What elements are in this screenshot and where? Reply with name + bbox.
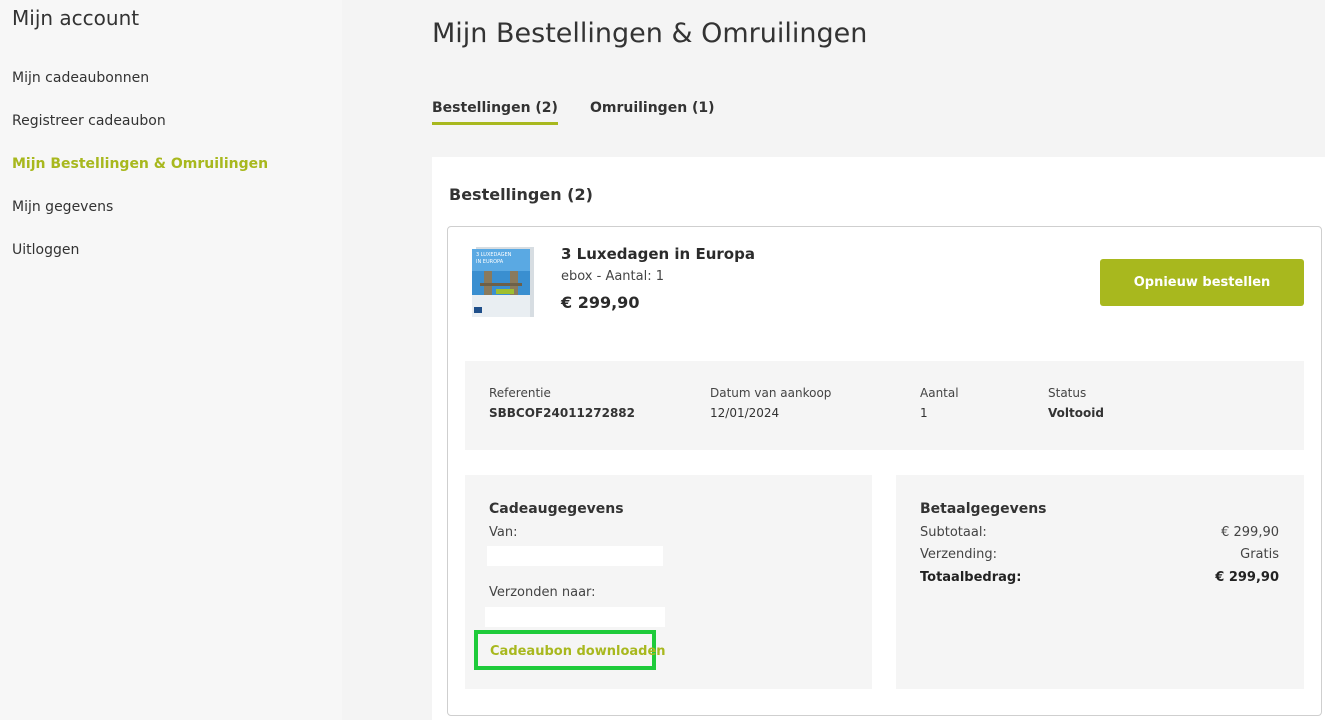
product-meta: ebox - Aantal: 1	[561, 269, 665, 284]
reorder-button[interactable]: Opnieuw bestellen	[1100, 259, 1304, 306]
total-label: Totaalbedrag:	[920, 570, 1022, 585]
sidebar-item-uitloggen[interactable]: Uitloggen	[12, 240, 268, 283]
sent-to-value	[485, 607, 665, 627]
date-label: Datum van aankoop	[710, 386, 832, 400]
subtotal-value: € 299,90	[1221, 525, 1279, 540]
sidebar-item-registreer[interactable]: Registreer cadeaubon	[12, 111, 268, 154]
quantity-column: Aantal 1	[920, 386, 959, 420]
sidebar-item-cadeaubonnen[interactable]: Mijn cadeaubonnen	[12, 68, 268, 111]
date-column: Datum van aankoop 12/01/2024	[710, 386, 831, 420]
reference-value: SBBCOF24011272882	[489, 406, 635, 420]
from-value	[487, 546, 663, 566]
tab-bestellingen[interactable]: Bestellingen (2)	[432, 100, 558, 125]
quantity-value: 1	[920, 406, 928, 420]
shipping-label: Verzending:	[920, 547, 998, 562]
total-value: € 299,90	[1215, 570, 1279, 585]
orders-card: Bestellingen (2) 3 LUXEDAGEN IN EUROPA 3…	[432, 157, 1325, 720]
subtotal-row: Subtotaal: € 299,90	[920, 525, 1279, 540]
product-image: 3 LUXEDAGEN IN EUROPA	[472, 247, 534, 317]
product-image-line1: 3 LUXEDAGEN	[476, 252, 512, 258]
page-title: Mijn Bestellingen & Omruilingen	[432, 18, 868, 49]
product-price: € 299,90	[561, 293, 640, 312]
sent-to-label: Verzonden naar:	[489, 585, 596, 600]
status-column: Status Voltooid	[1048, 386, 1104, 420]
section-title: Bestellingen (2)	[449, 185, 593, 204]
total-row: Totaalbedrag: € 299,90	[920, 570, 1279, 585]
gift-details: Cadeaugegevens Van: Verzonden naar: Cade…	[465, 475, 872, 689]
main-content: Mijn Bestellingen & Omruilingen Bestelli…	[342, 0, 1325, 720]
status-value: Voltooid	[1048, 406, 1104, 420]
tab-bar: Bestellingen (2) Omruilingen (1)	[432, 100, 715, 125]
reference-column: Referentie SBBCOF24011272882	[489, 386, 635, 420]
download-voucher-link[interactable]: Cadeaubon downloaden	[490, 644, 666, 659]
quantity-label: Aantal	[920, 386, 959, 400]
sidebar: Mijn account Mijn cadeaubonnen Registree…	[0, 0, 342, 720]
shipping-row: Verzending: Gratis	[920, 547, 1279, 562]
date-value: 12/01/2024	[710, 406, 780, 420]
sidebar-item-bestellingen[interactable]: Mijn Bestellingen & Omruilingen	[12, 154, 268, 197]
sidebar-title: Mijn account	[12, 6, 140, 30]
payment-title: Betaalgegevens	[920, 501, 1047, 517]
download-highlight: Cadeaubon downloaden	[474, 630, 666, 670]
subtotal-label: Subtotaal:	[920, 525, 987, 540]
shipping-value: Gratis	[1240, 547, 1279, 562]
sidebar-nav: Mijn cadeaubonnen Registreer cadeaubon M…	[12, 68, 268, 283]
payment-details: Betaalgegevens Subtotaal: € 299,90 Verze…	[896, 475, 1304, 689]
product-image-line2: IN EUROPA	[476, 259, 504, 265]
sidebar-item-gegevens[interactable]: Mijn gegevens	[12, 197, 268, 240]
reference-label: Referentie	[489, 386, 551, 400]
gift-title: Cadeaugegevens	[489, 501, 624, 517]
product-name[interactable]: 3 Luxedagen in Europa	[561, 245, 755, 263]
order-item: 3 LUXEDAGEN IN EUROPA 3 Luxedagen in Eur…	[447, 226, 1322, 716]
order-info: Referentie SBBCOF24011272882 Datum van a…	[465, 361, 1304, 450]
tab-omruilingen[interactable]: Omruilingen (1)	[590, 100, 715, 125]
status-label: Status	[1048, 386, 1087, 400]
from-label: Van:	[489, 525, 518, 540]
